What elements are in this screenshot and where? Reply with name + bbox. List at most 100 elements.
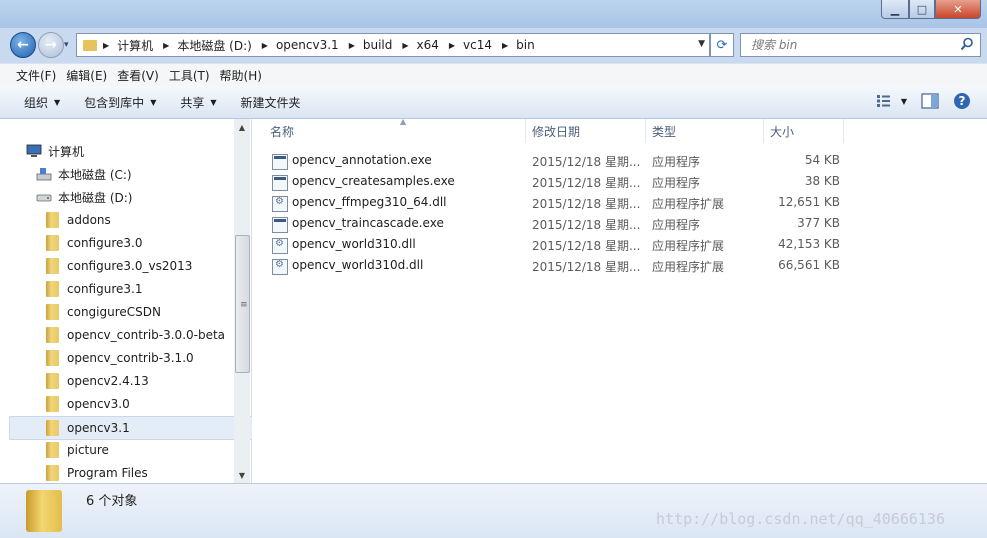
sort-ascending-icon: ▲: [400, 117, 407, 126]
new-folder-label: 新建文件夹: [240, 95, 301, 110]
menu-item[interactable]: 查看(V): [117, 67, 159, 84]
tree-item[interactable]: opencv3.1: [9, 416, 269, 440]
back-button[interactable]: ←: [10, 32, 36, 58]
organize-button[interactable]: 组织 ▼: [24, 94, 60, 111]
refresh-button[interactable]: ⟳: [710, 33, 734, 57]
column-header-date[interactable]: 修改日期: [526, 119, 646, 143]
menu-item[interactable]: 编辑(E): [66, 67, 107, 84]
tree-item[interactable]: opencv_contrib-3.1.0: [46, 347, 194, 369]
column-header-type[interactable]: 类型: [646, 119, 764, 143]
search-box[interactable]: [740, 33, 981, 57]
menu-bar: 文件(F) 编辑(E) 查看(V) 工具(T) 帮助(H): [0, 63, 987, 87]
tree-item[interactable]: configure3.0_vs2013: [46, 255, 192, 277]
svg-text:?: ?: [959, 94, 966, 108]
column-header-size[interactable]: 大小: [764, 119, 844, 143]
file-name: opencv_ffmpeg310_64.dll: [292, 195, 447, 209]
new-folder-button[interactable]: 新建文件夹: [241, 94, 301, 111]
file-row[interactable]: opencv_world310.dll 2015/12/18 星期... 应用程序扩…: [268, 235, 848, 256]
file-type: 应用程序: [652, 218, 701, 232]
search-icon[interactable]: [960, 37, 974, 51]
breadcrumb-label: 计算机: [117, 38, 154, 53]
scroll-thumb[interactable]: ≡: [235, 235, 250, 373]
menu-item[interactable]: 工具(T): [169, 67, 210, 84]
minimize-button[interactable]: ▁: [881, 0, 909, 19]
dll-gear-icon: [272, 238, 288, 254]
chevron-right-icon[interactable]: ▶: [349, 41, 355, 50]
arrow-left-icon: ←: [17, 37, 29, 53]
tree-item[interactable]: opencv_contrib-3.0.0-beta: [46, 324, 225, 346]
tree-item-label: configure3.0_vs2013: [67, 259, 193, 273]
view-options-icon[interactable]: [876, 94, 895, 108]
chevron-down-icon: ▼: [54, 97, 61, 107]
preview-pane-icon[interactable]: [921, 93, 939, 109]
chevron-right-icon[interactable]: ▶: [402, 41, 408, 50]
folder-icon: [46, 212, 59, 228]
address-bar[interactable]: ▶ 计算机 ▶ 本地磁盘 (D:) ▶ opencv3.1 ▶ build ▶ x64 ▶ vc14 ▶…: [76, 33, 710, 57]
breadcrumb-item[interactable]: ▶ build: [349, 38, 393, 52]
help-icon[interactable]: ?: [953, 92, 971, 110]
file-row[interactable]: opencv_createsamples.exe 2015/12/18 星期...…: [268, 172, 848, 193]
file-date: 2015/12/18 星期...: [532, 155, 641, 169]
tree-item[interactable]: configure3.1: [46, 278, 142, 300]
scroll-down-button[interactable]: ▼: [234, 467, 250, 483]
share-button[interactable]: 共享 ▼: [180, 94, 216, 111]
maximize-button[interactable]: □: [909, 0, 935, 19]
folder-icon: [46, 304, 59, 320]
arrow-right-icon: →: [45, 37, 57, 53]
file-size: 38 KB: [804, 174, 840, 188]
breadcrumb-item[interactable]: ▶ 计算机: [103, 37, 153, 54]
breadcrumb-item[interactable]: ▶ x64: [402, 38, 439, 52]
file-name: opencv_createsamples.exe: [292, 174, 455, 188]
tree-item[interactable]: 本地磁盘 (D:): [36, 186, 132, 208]
file-row[interactable]: opencv_annotation.exe 2015/12/18 星期... 应用程…: [268, 151, 848, 172]
forward-button[interactable]: →: [38, 32, 64, 58]
breadcrumb-label: x64: [416, 38, 439, 52]
file-name: opencv_annotation.exe: [292, 153, 432, 167]
history-dropdown[interactable]: ▾: [64, 40, 69, 50]
menu-item[interactable]: 帮助(H): [220, 67, 262, 84]
breadcrumb-label: opencv3.1: [275, 38, 339, 52]
chevron-right-icon[interactable]: ▶: [449, 41, 455, 50]
file-row[interactable]: opencv_ffmpeg310_64.dll 2015/12/18 星期... 应…: [268, 193, 848, 214]
include-in-library-button[interactable]: 包含到库中 ▼: [84, 94, 156, 111]
file-row[interactable]: opencv_world310d.dll 2015/12/18 星期... 应用程序…: [268, 256, 848, 277]
file-row[interactable]: opencv_traincascade.exe 2015/12/18 星期... 应…: [268, 214, 848, 235]
tree-item-label: 本地磁盘 (C:): [58, 167, 132, 182]
tree-item[interactable]: Program Files: [46, 462, 148, 484]
file-type: 应用程序扩展: [652, 260, 725, 274]
column-size-label: 大小: [770, 124, 795, 139]
tree-item-label: addons: [67, 213, 111, 227]
chevron-right-icon[interactable]: ▶: [502, 41, 508, 50]
tree-item[interactable]: picture: [46, 439, 109, 461]
chevron-right-icon[interactable]: ▶: [262, 41, 268, 50]
tree-item-label: opencv_contrib-3.0.0-beta: [67, 328, 226, 342]
scroll-up-button[interactable]: ▲: [234, 119, 250, 135]
tree-item[interactable]: congigureCSDN: [46, 301, 161, 323]
tree-item[interactable]: 计算机: [26, 140, 84, 162]
dll-gear-icon: [272, 196, 288, 212]
tree-item[interactable]: 本地磁盘 (C:): [36, 163, 132, 185]
chevron-down-icon[interactable]: ▼: [901, 97, 907, 106]
menu-item[interactable]: 文件(F): [16, 67, 56, 84]
tree-item-label: opencv3.1: [67, 421, 130, 435]
column-date-label: 修改日期: [532, 124, 581, 139]
chevron-right-icon[interactable]: ▶: [103, 41, 109, 50]
column-header-name[interactable]: 名称 ▲: [264, 117, 526, 143]
chevron-down-icon[interactable]: ▼: [698, 39, 705, 49]
search-input[interactable]: [749, 37, 953, 53]
breadcrumb-item[interactable]: ▶ vc14: [449, 38, 492, 52]
tree-item[interactable]: opencv2.4.13: [46, 370, 149, 392]
application-icon: [272, 175, 288, 191]
breadcrumb-item[interactable]: ▶ opencv3.1: [262, 38, 339, 52]
tree-item[interactable]: opencv3.0: [46, 393, 130, 415]
breadcrumb-item[interactable]: ▶ bin: [502, 38, 535, 52]
breadcrumb-item[interactable]: ▶ 本地磁盘 (D:): [163, 37, 252, 54]
organize-label: 组织: [24, 95, 49, 110]
folder-icon: [46, 420, 59, 436]
window-controls: ▁ □ ✕: [881, 0, 981, 19]
chevron-right-icon[interactable]: ▶: [163, 41, 169, 50]
navigation-scrollbar[interactable]: ▲ ≡ ▼: [234, 119, 250, 483]
tree-item[interactable]: addons: [46, 209, 111, 231]
close-button[interactable]: ✕: [935, 0, 981, 19]
tree-item[interactable]: configure3.0: [46, 232, 142, 254]
